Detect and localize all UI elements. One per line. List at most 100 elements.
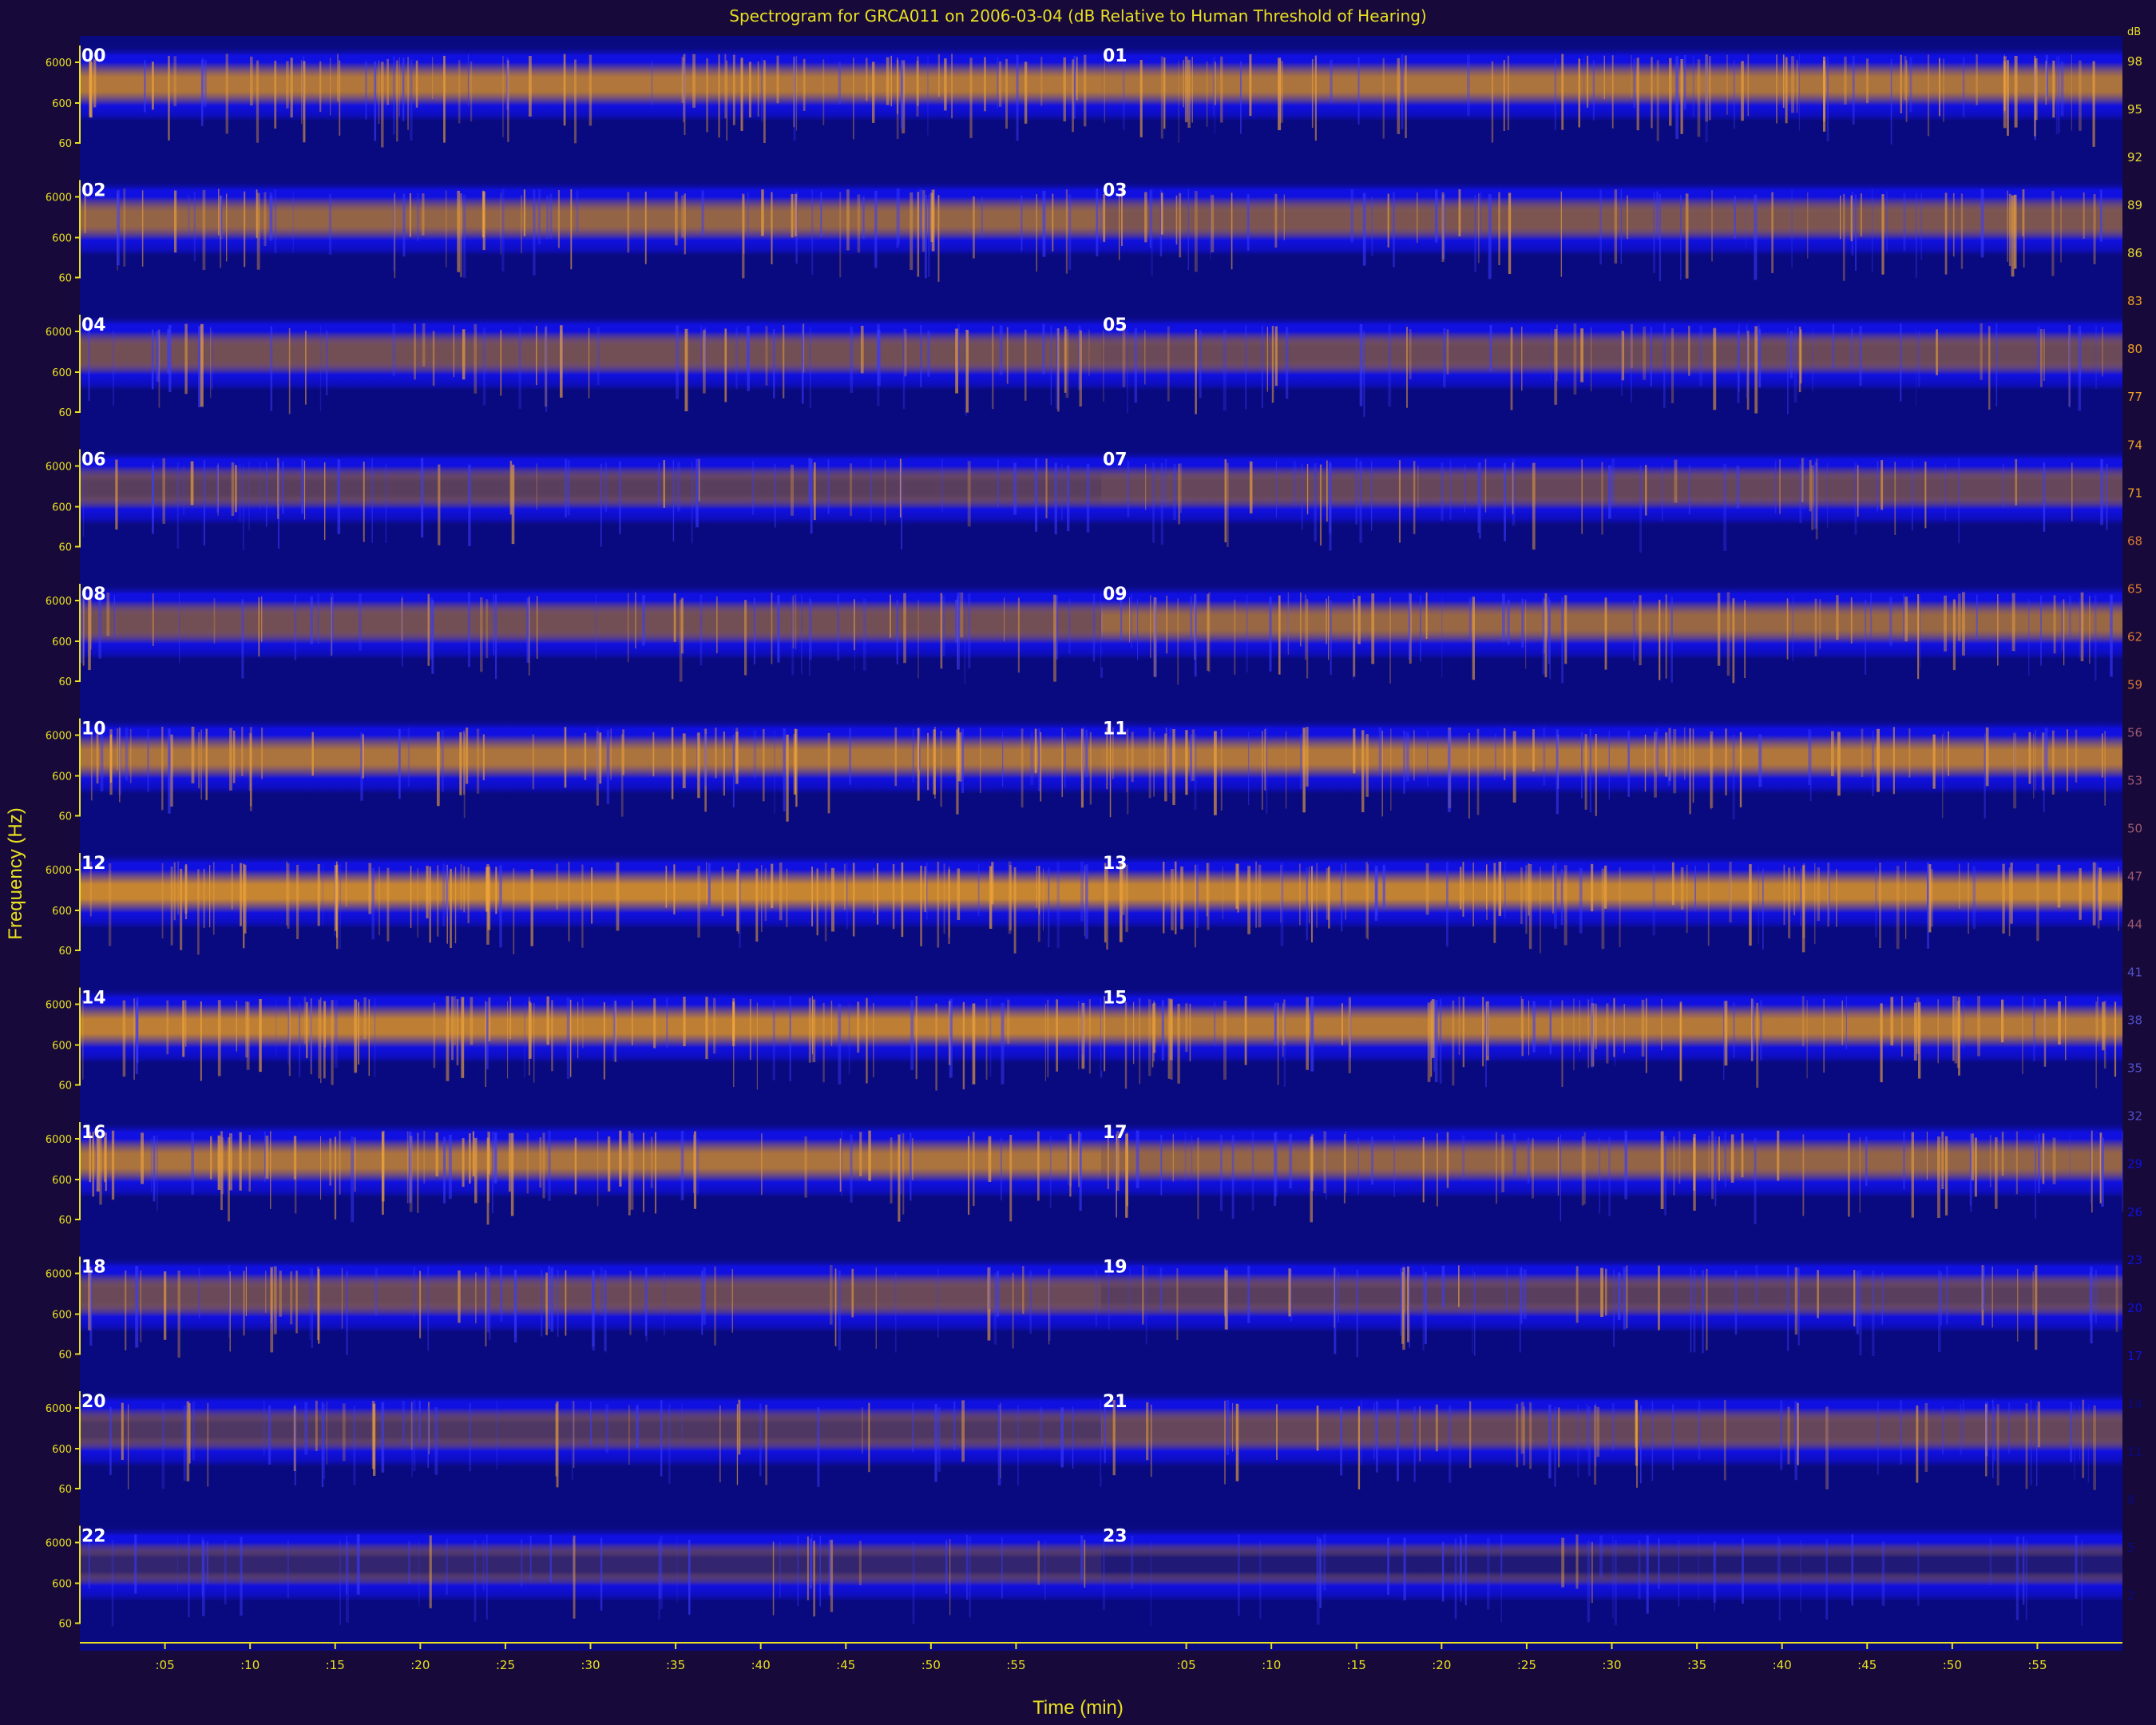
streak bbox=[827, 459, 830, 514]
streak bbox=[2035, 1265, 2038, 1350]
streak bbox=[1608, 465, 1611, 519]
streak bbox=[507, 1001, 509, 1079]
streak bbox=[1065, 189, 1068, 274]
streak bbox=[852, 862, 855, 937]
streak bbox=[1044, 1541, 1046, 1600]
streak bbox=[239, 1132, 242, 1191]
streak bbox=[1486, 864, 1488, 910]
streak bbox=[1191, 57, 1193, 123]
streak bbox=[446, 996, 450, 1081]
streak bbox=[1928, 864, 1932, 933]
streak bbox=[1583, 54, 1585, 105]
streak bbox=[1310, 996, 1314, 1072]
streak bbox=[807, 1536, 809, 1600]
streak bbox=[1214, 1002, 1216, 1046]
streak bbox=[570, 189, 573, 270]
streak bbox=[1314, 462, 1317, 542]
streak bbox=[485, 599, 489, 659]
streak bbox=[917, 192, 920, 277]
streak bbox=[2025, 1403, 2028, 1489]
streak bbox=[2022, 1537, 2025, 1605]
streak bbox=[2003, 463, 2004, 509]
streak bbox=[363, 462, 365, 542]
streak bbox=[134, 1534, 137, 1594]
streak bbox=[495, 866, 497, 914]
streak bbox=[1962, 592, 1965, 656]
streak bbox=[1001, 1537, 1003, 1599]
streak bbox=[1913, 1002, 1917, 1061]
streak bbox=[1459, 866, 1462, 910]
streak bbox=[244, 191, 246, 268]
streak bbox=[170, 866, 173, 946]
streak bbox=[422, 323, 426, 367]
colorbar-tick-label: 29 bbox=[2127, 1157, 2142, 1172]
streak bbox=[917, 599, 919, 679]
streak bbox=[1167, 326, 1170, 402]
streak bbox=[202, 189, 206, 271]
streak bbox=[482, 734, 485, 780]
streak bbox=[1131, 732, 1134, 783]
streak bbox=[1651, 1401, 1654, 1481]
colorbar-tick-label: 47 bbox=[2127, 870, 2142, 884]
streak bbox=[1855, 194, 1857, 271]
streak bbox=[1802, 863, 1805, 938]
streak bbox=[378, 60, 380, 124]
streak bbox=[1817, 1270, 1819, 1319]
streak bbox=[1714, 1136, 1717, 1207]
streak bbox=[1474, 195, 1476, 272]
streak bbox=[1310, 1134, 1314, 1192]
streak bbox=[838, 61, 842, 105]
streak bbox=[742, 193, 745, 279]
colorbar-tick-label: 65 bbox=[2127, 581, 2142, 596]
streak bbox=[644, 192, 647, 264]
streak bbox=[374, 61, 377, 141]
streak bbox=[1184, 1132, 1187, 1181]
streak bbox=[556, 863, 559, 910]
colorbar-tick-label: 17 bbox=[2127, 1349, 2142, 1363]
streak bbox=[398, 57, 400, 117]
streak bbox=[774, 730, 775, 814]
streak bbox=[1746, 324, 1748, 399]
streak bbox=[435, 1132, 438, 1177]
streak bbox=[164, 1271, 167, 1340]
y-tick-label: 600 bbox=[52, 1175, 72, 1187]
streak bbox=[1905, 861, 1907, 939]
streak bbox=[696, 733, 698, 779]
streak bbox=[166, 1000, 169, 1055]
streak bbox=[676, 1537, 678, 1603]
streak bbox=[306, 1001, 308, 1059]
streak bbox=[1413, 1406, 1416, 1482]
streak bbox=[1084, 54, 1087, 127]
streak bbox=[429, 1535, 432, 1608]
hour-label-11: 11 bbox=[1103, 720, 1128, 740]
streak bbox=[736, 1404, 739, 1485]
streak bbox=[1330, 59, 1333, 103]
streak bbox=[1611, 458, 1615, 506]
y-tick-label: 60 bbox=[58, 676, 72, 688]
streak bbox=[1738, 323, 1740, 392]
streak bbox=[394, 192, 396, 279]
streak bbox=[772, 1000, 775, 1081]
streak bbox=[1226, 1400, 1230, 1455]
streak bbox=[2093, 194, 2096, 264]
streak bbox=[1220, 729, 1223, 811]
streak bbox=[759, 1403, 762, 1477]
streak bbox=[410, 59, 413, 141]
streak bbox=[311, 732, 314, 776]
streak bbox=[1690, 1267, 1692, 1353]
streak bbox=[461, 997, 465, 1078]
streak bbox=[968, 593, 971, 668]
streak bbox=[1311, 59, 1314, 128]
streak bbox=[224, 1541, 227, 1605]
streak bbox=[1877, 728, 1880, 792]
streak bbox=[1836, 869, 1837, 927]
streak bbox=[125, 728, 129, 781]
y-tick-label: 60 bbox=[58, 138, 72, 150]
y-tick-label: 6000 bbox=[46, 1403, 72, 1415]
streak bbox=[1393, 192, 1395, 268]
streak bbox=[862, 1407, 863, 1453]
streak bbox=[1017, 1405, 1019, 1486]
streak bbox=[1974, 1137, 1977, 1197]
streak bbox=[1726, 54, 1728, 115]
streak bbox=[809, 599, 812, 660]
